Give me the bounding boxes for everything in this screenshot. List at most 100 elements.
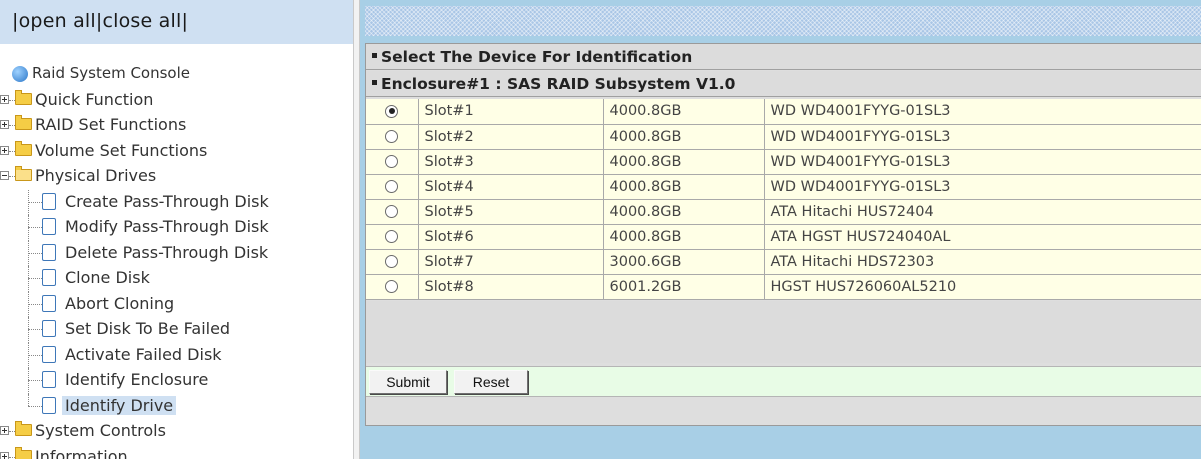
drive-select-cell[interactable]	[366, 274, 419, 300]
tree-leaf-label-selected: Identify Drive	[62, 395, 177, 415]
tree-connector	[28, 405, 42, 407]
drive-slot-cell: Slot#8	[418, 274, 604, 300]
submit-button[interactable]: Submit	[369, 370, 447, 394]
tree-leaf-label: Delete Pass-Through Disk	[65, 242, 269, 262]
tree-leaf-label: Set Disk To Be Failed	[65, 319, 231, 338]
drive-row[interactable]: Slot#5 4000.8GB ATA Hitachi HUS72404	[366, 199, 1201, 225]
drive-row[interactable]: Slot#8 6001.2GB HGST HUS726060AL5210	[366, 274, 1201, 300]
drive-size-cell: 6001.2GB	[603, 274, 765, 300]
tree-leaf[interactable]: Identify Drive	[0, 393, 353, 420]
drive-radio-button[interactable]	[385, 255, 399, 268]
drive-slot-cell: Slot#2	[418, 124, 604, 150]
expand-toggle-icon[interactable]	[0, 120, 9, 129]
drive-select-cell[interactable]	[366, 124, 419, 150]
collapse-toggle-icon[interactable]	[0, 171, 9, 180]
drive-model-cell: WD WD4001FYYG-01SL3	[764, 124, 1201, 150]
expand-toggle-icon[interactable]	[0, 94, 9, 104]
drive-select-cell[interactable]	[366, 99, 419, 125]
drive-radio-button[interactable]	[385, 104, 399, 118]
drive-row[interactable]: Slot#7 3000.6GB ATA Hitachi HDS72303	[366, 249, 1201, 275]
drive-radio-button[interactable]	[385, 230, 399, 243]
tree-leaf[interactable]: Set Disk To Be Failed	[0, 317, 353, 343]
open-all-link[interactable]: open all	[19, 10, 96, 32]
tree-leaf-label: Identify Enclosure	[65, 370, 209, 389]
tree-connector	[28, 201, 42, 203]
tree-leaf[interactable]: Clone Disk	[0, 266, 353, 292]
page-icon	[42, 218, 56, 235]
drive-radio-button[interactable]	[385, 155, 399, 168]
drive-row[interactable]: Slot#1 4000.8GB WD WD4001FYYG-01SL3	[366, 99, 1201, 125]
panel-title-text: Select The Device For Identification	[381, 48, 693, 66]
tree-folder[interactable]: Quick Function	[0, 88, 353, 114]
drive-slot-cell: Slot#7	[418, 249, 604, 275]
tree-leaf[interactable]: Delete Pass-Through Disk	[0, 240, 353, 266]
tree-connector	[28, 252, 42, 254]
drive-radio-button[interactable]	[385, 280, 399, 293]
drive-radio-button[interactable]	[385, 130, 399, 143]
tree-leaf[interactable]: Activate Failed Disk	[0, 342, 353, 368]
tree-connector	[28, 393, 29, 406]
close-all-link[interactable]: close all	[102, 10, 181, 32]
page-icon	[42, 396, 56, 414]
drive-select-cell[interactable]	[366, 224, 419, 250]
reset-button[interactable]: Reset	[454, 370, 528, 394]
panel-spacer	[366, 301, 1201, 363]
tree-folder-label: Information	[35, 446, 128, 459]
tree-root[interactable]: Raid System Console	[0, 62, 353, 88]
expand-toggle-icon[interactable]	[0, 426, 9, 435]
tree-connector	[28, 380, 42, 381]
console-icon	[12, 66, 28, 82]
drive-row[interactable]: Slot#4 4000.8GB WD WD4001FYYG-01SL3	[366, 174, 1201, 200]
drive-radio-button[interactable]	[385, 205, 399, 218]
tree-leaf-label: Abort Cloning	[65, 293, 175, 313]
tree-folder[interactable]: Physical Drives	[0, 164, 353, 190]
hatched-banner	[365, 6, 1201, 36]
drive-size-cell: 4000.8GB	[603, 149, 765, 175]
page-icon	[42, 371, 56, 388]
tree-connector	[28, 303, 42, 305]
drive-radio-button[interactable]	[385, 180, 399, 193]
tree-folder[interactable]: System Controls	[0, 419, 353, 445]
tree-folder[interactable]: Volume Set Functions	[0, 139, 353, 165]
expand-toggle-icon[interactable]	[0, 451, 9, 459]
enclosure-title-text: Enclosure#1 : SAS RAID Subsystem V1.0	[381, 75, 736, 93]
button-bar: Submit Reset	[366, 366, 1201, 397]
drive-size-cell: 4000.8GB	[603, 174, 765, 200]
tree-folder[interactable]: RAID Set Functions	[0, 113, 353, 139]
tree-folder-label: System Controls	[35, 421, 166, 440]
drive-row[interactable]: Slot#3 4000.8GB WD WD4001FYYG-01SL3	[366, 149, 1201, 175]
tree-leaf[interactable]: Create Pass-Through Disk	[0, 189, 353, 215]
drive-select-cell[interactable]	[366, 174, 419, 200]
drive-slot-cell: Slot#3	[418, 149, 604, 175]
tree-leaf[interactable]: Identify Enclosure	[0, 368, 353, 394]
drive-size-cell: 3000.6GB	[603, 249, 765, 275]
page-icon	[42, 345, 56, 363]
drive-model-cell: WD WD4001FYYG-01SL3	[764, 99, 1201, 125]
bullet-icon	[372, 53, 377, 58]
link-separator: |	[181, 10, 189, 32]
drive-slot-cell: Slot#1	[418, 99, 604, 125]
tree-leaf-label: Clone Disk	[65, 268, 150, 287]
drive-model-cell: ATA Hitachi HUS72404	[764, 199, 1201, 225]
tree-folder-label: Physical Drives	[35, 166, 157, 185]
tree-leaf[interactable]: Modify Pass-Through Disk	[0, 215, 353, 241]
tree-folder[interactable]: Information	[0, 445, 353, 459]
drive-model-cell: WD WD4001FYYG-01SL3	[764, 149, 1201, 175]
drive-select-cell[interactable]	[366, 199, 419, 225]
tree-toggle-links: |open all|close all|	[0, 0, 353, 44]
drive-table: Slot#1 4000.8GB WD WD4001FYYG-01SL3 Slot#2 4…	[366, 99, 1201, 300]
drive-row[interactable]: Slot#6 4000.8GB ATA HGST HUS724040AL	[366, 224, 1201, 250]
drive-model-cell: ATA Hitachi HDS72303	[764, 249, 1201, 275]
drive-select-cell[interactable]	[366, 149, 419, 175]
bullet-icon	[372, 80, 377, 85]
tree-leaf-label: Modify Pass-Through Disk	[65, 217, 269, 236]
folder-icon	[15, 421, 32, 436]
tree-leaf[interactable]: Abort Cloning	[0, 291, 353, 317]
expand-toggle-icon[interactable]	[0, 145, 9, 155]
drive-select-cell[interactable]	[366, 249, 419, 275]
tree-connector	[28, 278, 42, 279]
tree-view: Raid System Console Quick Function RAID Se…	[0, 62, 353, 459]
frame-divider[interactable]	[353, 0, 360, 459]
drive-row[interactable]: Slot#2 4000.8GB WD WD4001FYYG-01SL3	[366, 124, 1201, 150]
tree-root-label: Raid System Console	[32, 64, 190, 82]
